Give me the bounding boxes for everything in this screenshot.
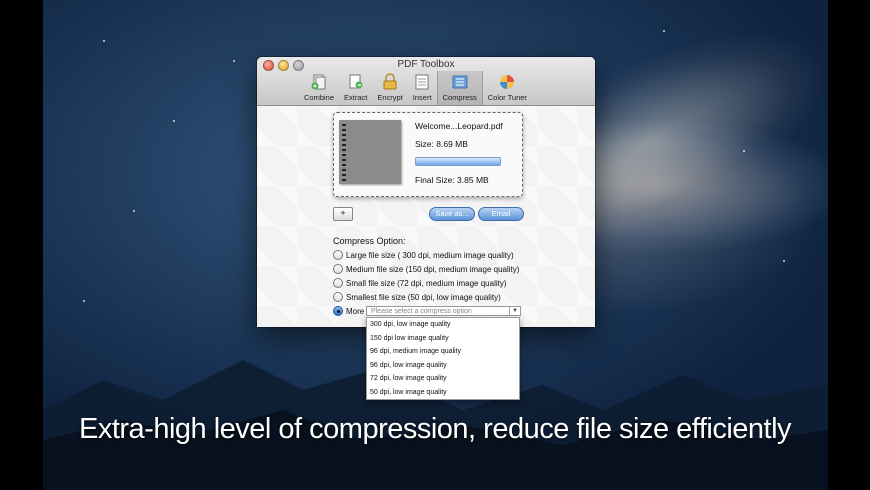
compress-icon xyxy=(452,75,468,89)
radio-button[interactable] xyxy=(333,278,343,288)
save-as-button[interactable]: Save as... xyxy=(429,207,475,221)
toolbar-extract[interactable]: Extract xyxy=(339,71,372,105)
option-more[interactable]: More xyxy=(333,306,364,316)
dropdown-item[interactable]: 72 dpi, low image quality xyxy=(367,372,519,386)
option-small[interactable]: Small file size (72 dpi, medium image qu… xyxy=(333,278,507,288)
toolbar-label: Insert xyxy=(412,93,432,102)
encrypt-icon xyxy=(383,73,397,90)
option-smallest[interactable]: Smallest file size (50 dpi, low image qu… xyxy=(333,292,501,302)
option-label: More xyxy=(346,306,365,316)
toolbar: Combine Extract Encrypt Insert Compress … xyxy=(299,71,532,105)
window-title: PDF Toolbox xyxy=(397,59,455,70)
pdf-thumbnail xyxy=(339,120,401,184)
insert-icon xyxy=(415,74,429,90)
option-medium[interactable]: Medium file size (150 dpi, medium image … xyxy=(333,264,519,274)
option-label: Small file size (72 dpi, medium image qu… xyxy=(346,278,507,288)
dropdown-item[interactable]: 300 dpi, low image quality xyxy=(367,318,519,332)
toolbar-label: Combine xyxy=(304,93,335,102)
radio-button[interactable] xyxy=(333,250,343,260)
option-large[interactable]: Large file size ( 300 dpi, medium image … xyxy=(333,250,514,260)
final-size: Final Size: 3.85 MB xyxy=(415,175,489,185)
radio-button[interactable] xyxy=(333,292,343,302)
toolbar-insert[interactable]: Insert xyxy=(408,71,437,105)
file-drop-area[interactable]: Welcome...Leopard.pdf Size: 8.69 MB Fina… xyxy=(333,112,523,197)
toolbar-label: Extract xyxy=(344,93,368,102)
compress-option-dropdown: 300 dpi, low image quality 150 dpi low i… xyxy=(366,317,520,400)
toolbar-color-tuner[interactable]: Color Tuner xyxy=(483,71,532,105)
radio-button[interactable] xyxy=(333,264,343,274)
option-label: Large file size ( 300 dpi, medium image … xyxy=(346,250,514,260)
add-file-button[interactable]: + xyxy=(333,207,353,221)
compress-option-title: Compress Option: xyxy=(333,236,406,246)
toolbar-label: Encrypt xyxy=(377,93,403,102)
extract-icon xyxy=(349,74,363,89)
chevron-down-icon[interactable]: ▼ xyxy=(509,307,520,315)
combine-icon xyxy=(311,74,326,90)
toolbar-compress[interactable]: Compress xyxy=(436,71,483,105)
select-placeholder: Please select a compress option xyxy=(371,308,472,315)
color-tuner-icon xyxy=(500,75,515,89)
dropdown-item[interactable]: 96 dpi, low image quality xyxy=(367,359,519,373)
toolbar-encrypt[interactable]: Encrypt xyxy=(372,71,407,105)
compress-panel: Welcome...Leopard.pdf Size: 8.69 MB Fina… xyxy=(257,106,595,327)
compress-option-select[interactable]: Please select a compress option ▼ xyxy=(366,306,521,316)
dropdown-item[interactable]: 96 dpi, medium image quality xyxy=(367,345,519,359)
toolbar-label: Color Tuner xyxy=(487,93,527,102)
email-button[interactable]: Email xyxy=(478,207,524,221)
pdf-toolbox-window: PDF Toolbox Combine Extract Encrypt Inse… xyxy=(257,57,595,327)
dropdown-item[interactable]: 150 dpi low image quality xyxy=(367,332,519,346)
file-size: Size: 8.69 MB xyxy=(415,139,468,149)
title-bar: PDF Toolbox Combine Extract Encrypt Inse… xyxy=(257,57,595,106)
toolbar-combine[interactable]: Combine xyxy=(299,71,339,105)
toolbar-label: Compress xyxy=(442,93,477,102)
compress-progress-bar xyxy=(415,157,501,166)
file-name: Welcome...Leopard.pdf xyxy=(415,121,503,131)
radio-button-selected[interactable] xyxy=(333,306,343,316)
option-label: Smallest file size (50 dpi, low image qu… xyxy=(346,292,501,302)
promo-caption: Extra-high level of compression, reduce … xyxy=(78,413,792,445)
option-label: Medium file size (150 dpi, medium image … xyxy=(346,264,520,274)
dropdown-item[interactable]: 50 dpi, low image quality xyxy=(367,386,519,400)
